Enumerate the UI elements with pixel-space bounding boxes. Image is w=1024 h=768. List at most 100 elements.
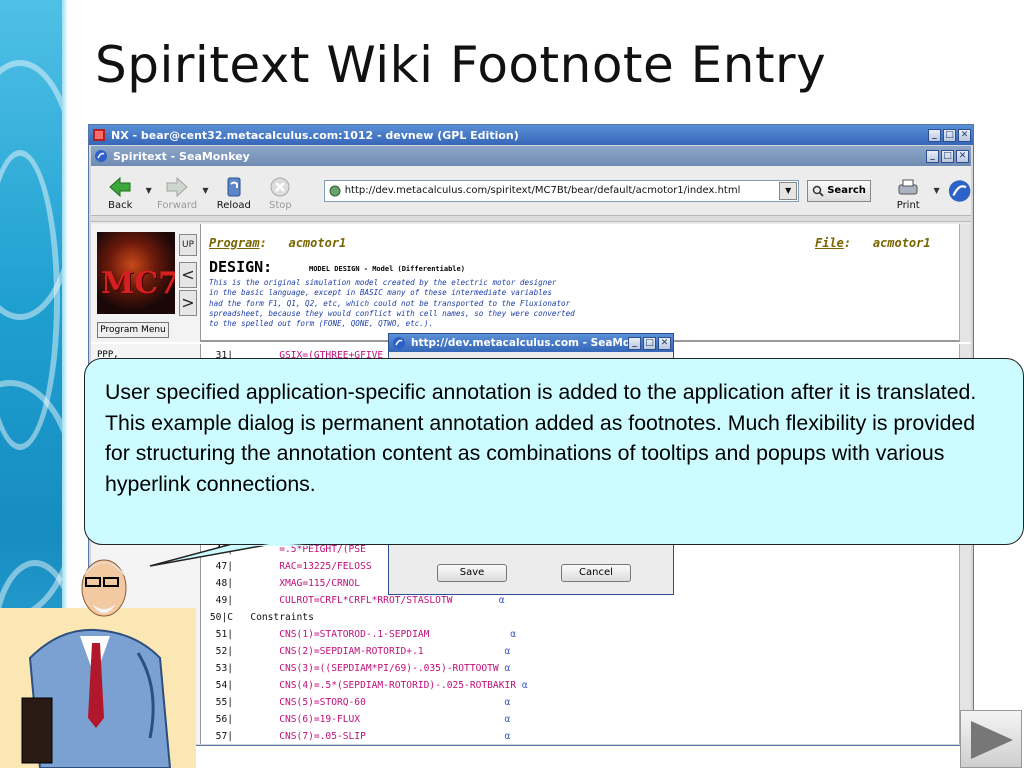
next-slide-button[interactable] [960, 710, 1022, 768]
minimize-icon[interactable]: _ [628, 336, 641, 350]
search-icon [812, 185, 824, 197]
footnote-marker[interactable]: α [504, 731, 510, 742]
back-dropdown-icon[interactable]: ▼ [146, 186, 152, 195]
line-number: 49| [215, 595, 233, 606]
program-key[interactable]: Program [209, 236, 260, 250]
callout-text: User specified application-specific anno… [105, 380, 977, 496]
file-label: File: acmotor1 [815, 236, 931, 250]
search-label: Search [827, 185, 866, 196]
code-text[interactable]: RAC=13225/FELOSS [279, 561, 371, 572]
url-dropdown-icon[interactable]: ▼ [779, 181, 798, 200]
file-value: acmotor1 [872, 236, 931, 250]
footnote-marker[interactable]: α [505, 646, 511, 657]
maximize-icon[interactable]: □ [643, 336, 656, 350]
forward-dropdown-icon[interactable]: ▼ [202, 186, 208, 195]
code-line: 52| CNS(2)=SEPDIAM-ROTORID+.1 α [205, 646, 511, 657]
play-arrow-icon [971, 721, 1013, 759]
code-text[interactable]: CNS(5)=STORQ-60 [279, 697, 366, 708]
footnote-marker[interactable]: α [504, 697, 510, 708]
seamonkey-logo-icon[interactable] [948, 178, 971, 204]
minimize-icon[interactable]: _ [926, 149, 939, 163]
minimize-icon[interactable]: _ [928, 128, 941, 142]
nx-window-title: NX - bear@cent32.metacalculus.com:1012 -… [111, 128, 519, 142]
code-text[interactable]: CNS(6)=19-FLUX [279, 714, 360, 725]
code-line: 56| CNS(6)=19-FLUX α [205, 714, 511, 725]
back-button[interactable]: Back [97, 168, 144, 214]
footnote-marker[interactable]: α [510, 629, 516, 640]
print-button[interactable]: Print [885, 168, 932, 214]
code-line: 51| CNS(1)=STATOROD-.1-SEPDIAM α [205, 629, 516, 640]
program-label: Program: acmotor1 [209, 236, 347, 250]
maximize-icon[interactable]: □ [941, 149, 954, 163]
code-line: 47| RAC=13225/FELOSS [205, 561, 372, 572]
line-number: 51| [215, 629, 233, 640]
up-button[interactable]: UP [179, 234, 197, 256]
save-button[interactable]: Save [437, 564, 507, 582]
line-number: 57| [215, 731, 233, 742]
footnote-marker[interactable]: α [522, 680, 528, 691]
design-heading: DESIGN: [209, 258, 273, 276]
top-frame-scrollbar[interactable] [959, 224, 971, 342]
program-menu-button[interactable]: Program Menu [97, 322, 169, 338]
url-bar[interactable]: http://dev.metacalculus.com/spiritext/MC… [323, 179, 800, 202]
url-text[interactable]: http://dev.metacalculus.com/spiritext/MC… [345, 185, 780, 196]
code-text[interactable]: CULROT=CRFL*CRFL*RROT/STASLOTW [279, 595, 452, 606]
line-number: 53| [215, 663, 233, 674]
forward-button[interactable]: Forward [154, 168, 201, 214]
code-line: 49| CULROT=CRFL*CRFL*RROT/STASLOTW α [205, 595, 505, 606]
line-number: 50|C [209, 612, 233, 623]
code-text[interactable]: CNS(1)=STATOROD-.1-SEPDIAM [279, 629, 429, 640]
line-number: 52| [215, 646, 233, 657]
close-icon[interactable]: ✕ [658, 336, 671, 350]
dialog-titlebar[interactable]: http://dev.metacalculus.com - SeaMonke _… [389, 334, 673, 352]
footnote-marker[interactable]: α [505, 714, 511, 725]
file-key[interactable]: File [815, 236, 844, 250]
dialog-title: http://dev.metacalculus.com - SeaMonke [411, 337, 628, 349]
code-text[interactable]: =.5*PEIGHT/(PSE [279, 544, 366, 555]
line-number: 48| [215, 578, 233, 589]
search-button[interactable]: Search [807, 179, 871, 202]
code-text[interactable]: CNS(2)=SEPDIAM-ROTORID+.1 [279, 646, 423, 657]
close-icon[interactable]: ✕ [956, 149, 969, 163]
navigation-toolbar: Back ▼ Forward ▼ Reload Stop http://dev.… [91, 166, 971, 216]
program-value: acmotor1 [288, 236, 347, 250]
code-text[interactable]: XMAG=115/CRNOL [279, 578, 360, 589]
code-line: 54| CNS(4)=.5*(SEPDIAM-ROTORID)-.025-ROT… [205, 680, 528, 691]
code-text[interactable]: CNS(3)=((SEPDIAM*PI/69)-.035)-ROTTOOTW [279, 663, 499, 674]
reload-button[interactable]: Reload [211, 168, 258, 214]
line-number: 54| [215, 680, 233, 691]
forward-label: Forward [156, 199, 198, 211]
line-number: 56| [215, 714, 233, 725]
site-icon [329, 185, 341, 196]
toolbar-grip [91, 216, 971, 222]
back-label: Back [108, 199, 133, 211]
design-subheading: MODEL DESIGN - Model (Differentiable) [309, 265, 465, 273]
nx-app-icon [93, 129, 105, 141]
previous-button[interactable]: < [179, 262, 197, 288]
footnote-marker[interactable]: α [499, 595, 505, 606]
close-icon[interactable]: ✕ [958, 128, 971, 142]
maximize-icon[interactable]: □ [943, 128, 956, 142]
cancel-button[interactable]: Cancel [561, 564, 631, 582]
seamonkey-titlebar[interactable]: Spiritext - SeaMonkey _ □ ✕ [91, 146, 971, 166]
back-arrow-icon [109, 176, 131, 197]
top-frame: MC7 UP < > Program Menu Program: acmotor… [91, 224, 971, 342]
code-text[interactable]: CNS(7)=.05-SLIP [279, 731, 366, 742]
browser-window-title: Spiritext - SeaMonkey [113, 149, 250, 163]
code-text: Constraints [250, 612, 314, 623]
mc7-logo-text: MC7 [101, 266, 175, 301]
line-number: 47| [215, 561, 233, 572]
code-line: 55| CNS(5)=STORQ-60 α [205, 697, 511, 708]
line-number: 46| [215, 544, 233, 555]
design-description: This is the original simulation model cr… [209, 278, 575, 329]
seamonkey-icon [95, 150, 107, 162]
footnote-marker[interactable]: α [505, 663, 511, 674]
nx-titlebar[interactable]: NX - bear@cent32.metacalculus.com:1012 -… [89, 125, 973, 145]
seamonkey-icon [393, 337, 405, 349]
code-text[interactable]: CNS(4)=.5*(SEPDIAM-ROTORID)-.025-ROTBAKI… [279, 680, 516, 691]
forward-arrow-icon [166, 176, 188, 197]
stop-button[interactable]: Stop [257, 168, 304, 214]
print-dropdown-icon[interactable]: ▼ [934, 186, 940, 195]
next-button[interactable]: > [179, 290, 197, 316]
stop-icon [270, 177, 290, 196]
